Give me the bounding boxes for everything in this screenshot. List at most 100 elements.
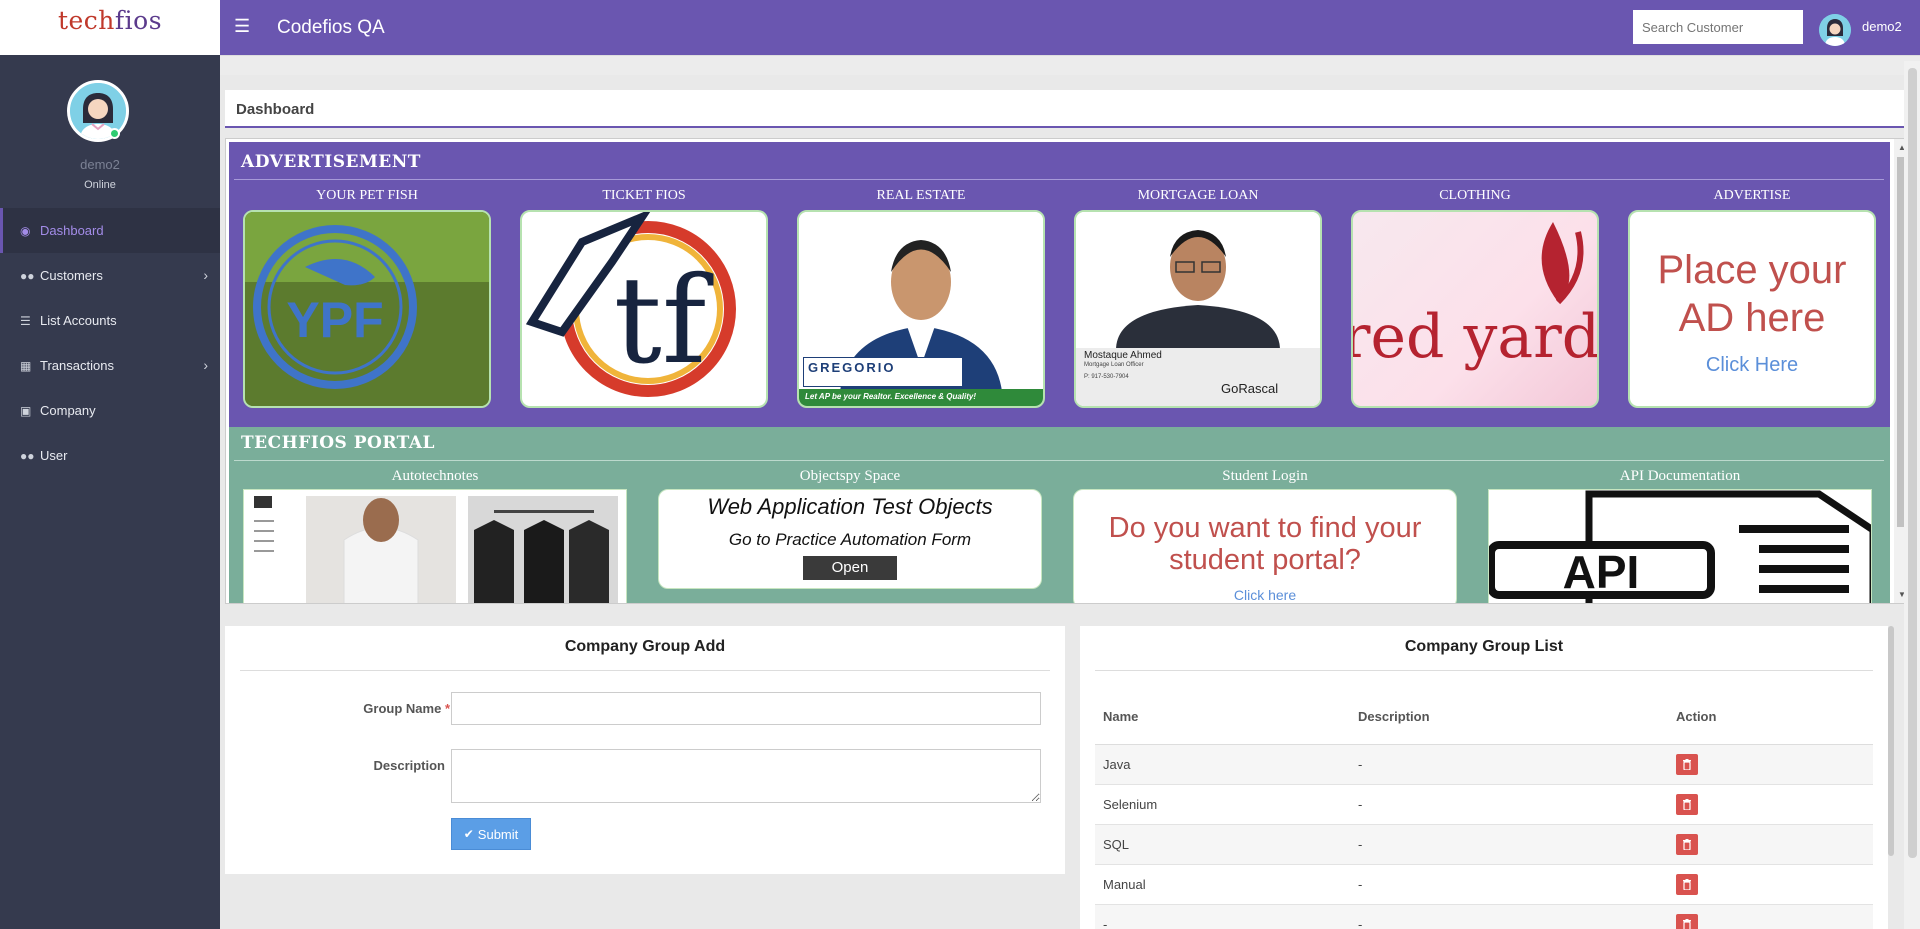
table-row: Java -: [1095, 743, 1873, 784]
place-ad-line2: AD here: [1678, 296, 1826, 340]
list-icon: ☰: [20, 313, 31, 328]
realtor-tagline: Let AP be your Realtor. Excellence & Qua…: [799, 389, 1043, 406]
autotechnotes-image[interactable]: [243, 489, 627, 603]
users-icon: ●●: [20, 448, 35, 463]
group-name-label: Group Name *: [363, 701, 450, 716]
portal-caption: Student Login: [1222, 468, 1308, 484]
company-group-list-title: Company Group List: [1404, 638, 1564, 655]
portal-caption: API Documentation: [1619, 468, 1741, 484]
clothing-image[interactable]: red yard: [1351, 210, 1599, 408]
app-title: Codefios QA: [277, 17, 385, 38]
ad-card-mortgage-loan[interactable]: MORTGAGE LOAN Mostaque Ahmed Mortgage Lo…: [1074, 188, 1322, 408]
ad-caption: TICKET FIOS: [602, 188, 686, 203]
group-name-cell: Java: [1095, 743, 1350, 784]
officer-name: Mostaque Ahmed: [1084, 350, 1162, 361]
portal-card-student-login[interactable]: Student Login Do you want to find your s…: [1073, 467, 1457, 603]
ad-caption: CLOTHING: [1439, 188, 1511, 203]
advertisement-frame[interactable]: ADVERTISEMENT YOUR PET FISH YPF TICKET F…: [225, 138, 1910, 604]
techfios-portal-section: TECHFIOS PORTAL Autotechnotes Objectspy …: [229, 427, 1890, 603]
group-name-cell: -: [1095, 903, 1350, 929]
objectspy-panel[interactable]: Web Application Test Objects Go to Pract…: [658, 489, 1042, 589]
ad-card-ticket-fios[interactable]: TICKET FIOS tf: [520, 188, 768, 408]
sidebar-item-label: List Accounts: [40, 313, 117, 328]
group-list-scrollbar[interactable]: [1888, 626, 1894, 856]
ticket-fios-image[interactable]: tf: [520, 210, 768, 408]
portal-card-api-documentation[interactable]: API Documentation API: [1488, 467, 1872, 603]
transactions-icon: ▦: [20, 358, 32, 373]
officer-phone: P: 917-530-7904: [1084, 374, 1129, 380]
sidebar-user-status: Online: [84, 179, 116, 191]
sidebar-item-customers[interactable]: ●● Customers ›: [0, 253, 220, 298]
portal-card-objectspy[interactable]: Objectspy Space Web Application Test Obj…: [658, 467, 1042, 589]
ad-caption: REAL ESTATE: [876, 188, 966, 203]
gorascal-brand: GoRascal: [1221, 381, 1279, 396]
student-portal-line2: student portal?: [1169, 544, 1361, 576]
page-scrollbar-thumb[interactable]: [1908, 68, 1917, 858]
table-header-row: Name Description Action: [1095, 690, 1873, 745]
svg-text:API: API: [1563, 546, 1640, 598]
ad-card-pet-fish[interactable]: YOUR PET FISH YPF: [243, 188, 491, 408]
portal-card-autotechnotes[interactable]: Autotechnotes: [243, 467, 627, 603]
sidebar-item-company[interactable]: ▣ Company: [0, 388, 220, 433]
objectspy-open-button[interactable]: Open: [803, 556, 897, 580]
sidebar-item-transactions[interactable]: ▦ Transactions ›: [0, 343, 220, 388]
column-header-name: Name: [1095, 690, 1350, 745]
chevron-right-icon: ›: [203, 357, 208, 373]
sidebar-item-label: Company: [40, 403, 96, 418]
pet-fish-image[interactable]: YPF: [243, 210, 491, 408]
ad-caption: ADVERTISE: [1713, 188, 1791, 203]
delete-button[interactable]: [1676, 833, 1698, 855]
ticket-fios-logo-icon: tf: [525, 212, 736, 397]
real-estate-image[interactable]: GREGORIO Let AP be your Realtor. Excelle…: [797, 210, 1045, 408]
place-ad-image[interactable]: Place your AD here Click Here: [1628, 210, 1876, 408]
sidebar-item-user[interactable]: ●● User: [0, 433, 220, 478]
portal-caption: Autotechnotes: [391, 468, 479, 484]
trash-icon: [1683, 758, 1691, 770]
sidebar-item-label: Customers: [40, 268, 103, 283]
company-group-list-panel: Company Group List Name Description Acti…: [1080, 626, 1888, 929]
trash-icon: [1683, 918, 1691, 929]
sidebar-item-dashboard[interactable]: ◉ Dashboard: [0, 208, 220, 253]
logo-text-fios: fios: [114, 6, 163, 35]
api-documentation-image[interactable]: API: [1488, 489, 1872, 603]
group-name-input[interactable]: [451, 692, 1041, 725]
description-textarea[interactable]: [451, 749, 1041, 803]
student-login-panel[interactable]: Do you want to find your student portal?…: [1073, 489, 1457, 603]
delete-button[interactable]: [1676, 913, 1698, 929]
ad-caption: YOUR PET FISH: [316, 188, 418, 203]
sidebar-item-list-accounts[interactable]: ☰ List Accounts: [0, 298, 220, 343]
logo-text-tech: tech: [57, 6, 115, 35]
student-portal-link[interactable]: Click here: [1074, 587, 1456, 603]
ad-card-advertise[interactable]: ADVERTISE Place your AD here Click Here: [1628, 188, 1876, 408]
sidebar-item-label: Dashboard: [40, 223, 104, 238]
user-name-label[interactable]: demo2: [1862, 19, 1902, 34]
user-avatar[interactable]: [1819, 14, 1851, 46]
delete-button[interactable]: [1676, 873, 1698, 895]
table-row: - -: [1095, 903, 1873, 929]
group-description-cell: -: [1350, 783, 1668, 824]
user-avatar-icon: [1819, 14, 1851, 46]
submit-button[interactable]: ✔ Submit: [451, 818, 531, 850]
place-ad-link[interactable]: Click Here: [1630, 354, 1874, 377]
delete-button[interactable]: [1676, 793, 1698, 815]
sidebar: demo2 Online ◉ Dashboard ●● Customers › …: [0, 55, 220, 929]
check-icon: ✔: [463, 827, 474, 841]
sidebar-item-label: Transactions: [40, 358, 114, 373]
ad-card-real-estate[interactable]: REAL ESTATE GREGORIO Let AP be your Real…: [797, 188, 1045, 408]
pet-fish-logo-icon: YPF: [245, 212, 489, 406]
group-description-cell: -: [1350, 823, 1668, 864]
lock-icon: ▣: [20, 403, 32, 418]
search-customer-input[interactable]: [1633, 10, 1803, 44]
group-description-cell: -: [1350, 743, 1668, 784]
sidebar-nav: ◉ Dashboard ●● Customers › ☰ List Accoun…: [0, 208, 220, 478]
mortgage-loan-image[interactable]: Mostaque Ahmed Mortgage Loan Officer P: …: [1074, 210, 1322, 408]
svg-text:red yard: red yard: [1353, 302, 1597, 372]
brand-logo[interactable]: techfios: [0, 0, 220, 55]
ad-card-clothing[interactable]: CLOTHING red yard: [1351, 188, 1599, 408]
company-group-add-panel: Company Group Add Group Name * Descripti…: [225, 626, 1065, 874]
hamburger-menu-icon[interactable]: ☰: [234, 16, 250, 37]
svg-text:YPF: YPF: [286, 292, 383, 348]
realtor-brand-badge: GREGORIO: [803, 357, 963, 387]
delete-button[interactable]: [1676, 753, 1698, 775]
place-ad-line1: Place your: [1657, 248, 1847, 292]
